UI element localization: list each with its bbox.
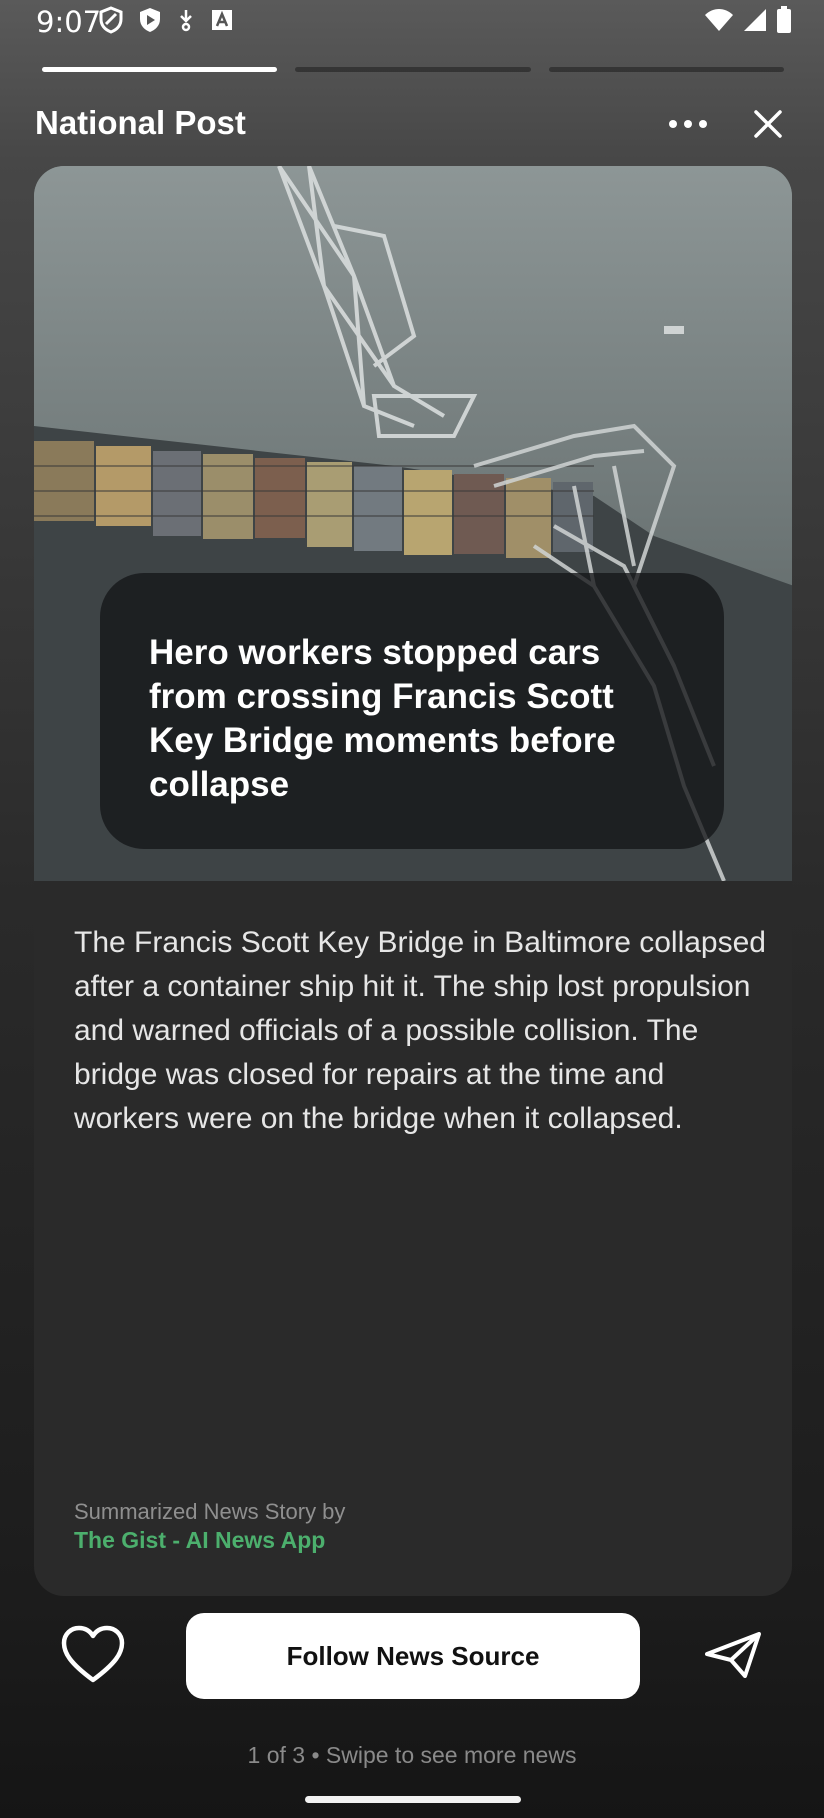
headline-overlay: Hero workers stopped cars from crossing … [100, 573, 724, 849]
more-horizontal-icon [669, 120, 707, 128]
more-options-button[interactable] [665, 108, 711, 140]
cellular-signal-icon [744, 9, 766, 31]
close-icon [754, 110, 782, 138]
wifi-icon [705, 9, 733, 31]
battery-icon [777, 6, 791, 33]
news-source-title[interactable]: National Post [35, 104, 246, 142]
story-summary: The Francis Scott Key Bridge in Baltimor… [74, 926, 766, 1135]
send-icon [705, 1632, 761, 1678]
app-a-icon [212, 10, 232, 30]
story-headline: Hero workers stopped cars from crossing … [149, 633, 616, 804]
story-progress [42, 67, 784, 72]
status-icons-left [98, 6, 234, 34]
credit-prefix: Summarized News Story by [74, 1499, 346, 1524]
shield-outline-icon [99, 6, 123, 34]
status-bar: 9:07 [0, 0, 824, 44]
story-progress-segment-1 [42, 67, 278, 72]
status-icons-right [704, 6, 792, 34]
swipe-hint: 1 of 3 • Swipe to see more news [247, 1742, 577, 1768]
like-button[interactable] [60, 1625, 126, 1685]
home-indicator[interactable] [305, 1796, 521, 1803]
story-image: Hero workers stopped cars from crossing … [34, 166, 792, 881]
story-progress-segment-2 [295, 67, 531, 72]
follow-news-source-button[interactable]: Follow News Source [186, 1613, 640, 1699]
shield-play-icon [140, 8, 160, 32]
credit-app-link[interactable]: The Gist - AI News App [74, 1527, 325, 1554]
close-button[interactable] [748, 104, 788, 144]
download-icon [180, 10, 192, 32]
story-progress-segment-3 [548, 67, 784, 72]
story-card[interactable]: Hero workers stopped cars from crossing … [34, 166, 792, 1596]
share-button[interactable] [705, 1632, 761, 1678]
heart-outline-icon [61, 1625, 125, 1683]
status-time: 9:07 [36, 5, 102, 39]
